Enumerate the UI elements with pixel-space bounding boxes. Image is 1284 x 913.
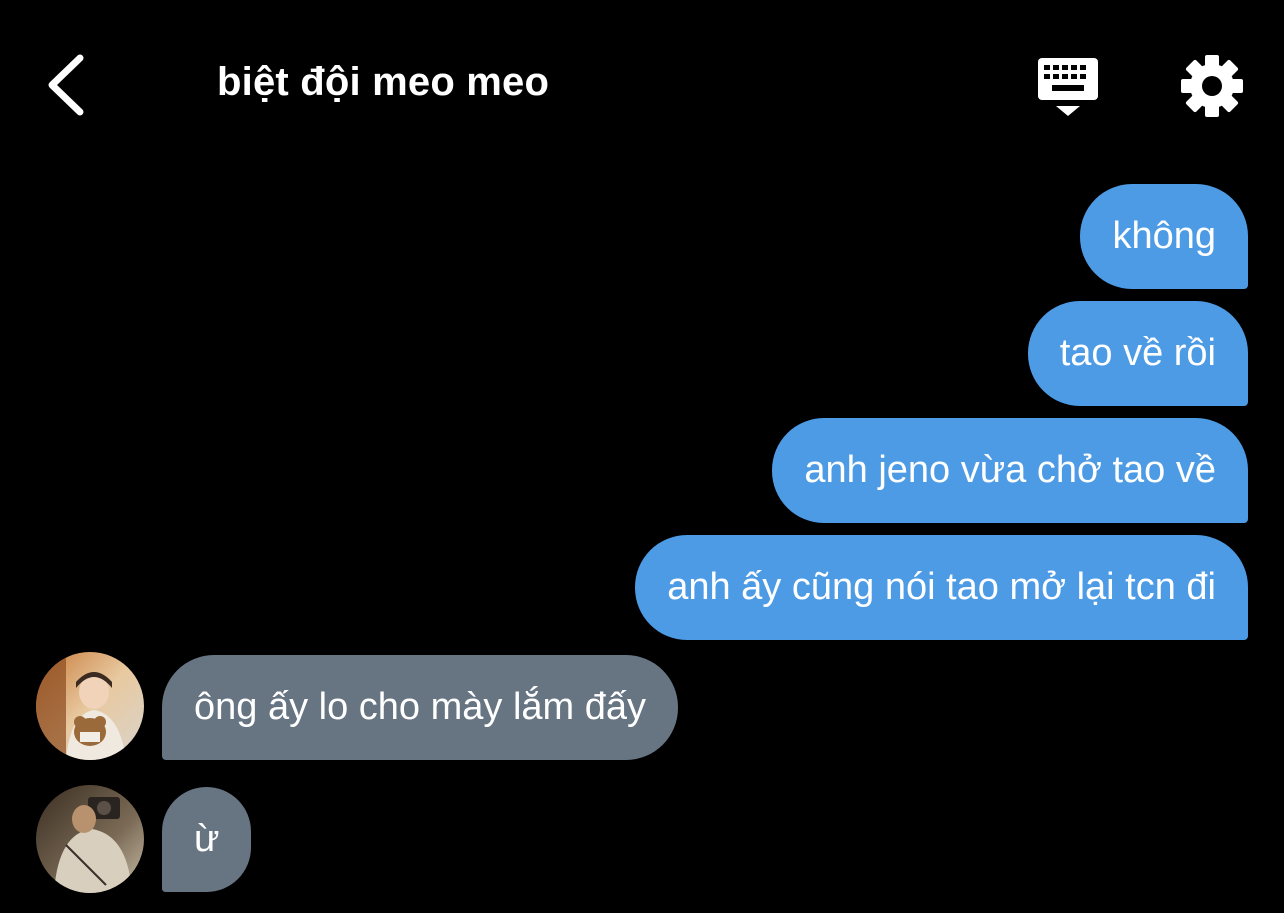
chat-header: biệt đội meo meo [0, 0, 1284, 170]
avatar-photo [36, 785, 144, 893]
message-bubble-outgoing[interactable]: anh ấy cũng nói tao mở lại tcn đi [635, 535, 1248, 640]
sender-avatar[interactable] [36, 785, 144, 893]
avatar-photo [36, 652, 144, 760]
sender-avatar[interactable] [36, 652, 144, 760]
chevron-left-icon [48, 54, 84, 116]
chat-title: biệt đội meo meo [217, 60, 550, 104]
message-bubble-outgoing[interactable]: tao về rồi [1027, 301, 1248, 406]
keyboard-icon [1038, 58, 1098, 116]
chat-screen: biệt đội meo meo không tao về rồi anh je… [0, 0, 1284, 913]
message-bubble-outgoing[interactable]: không [1080, 184, 1248, 289]
message-bubble-incoming[interactable]: ừ [162, 787, 252, 892]
back-button[interactable] [40, 50, 100, 120]
message-bubble-outgoing[interactable]: anh jeno vừa chở tao về [772, 418, 1248, 523]
message-bubble-incoming[interactable]: ông ấy lo cho mày lắm đấy [162, 655, 679, 760]
settings-button[interactable] [1180, 54, 1244, 118]
keyboard-button[interactable] [1034, 54, 1102, 120]
gear-icon [1181, 55, 1243, 117]
